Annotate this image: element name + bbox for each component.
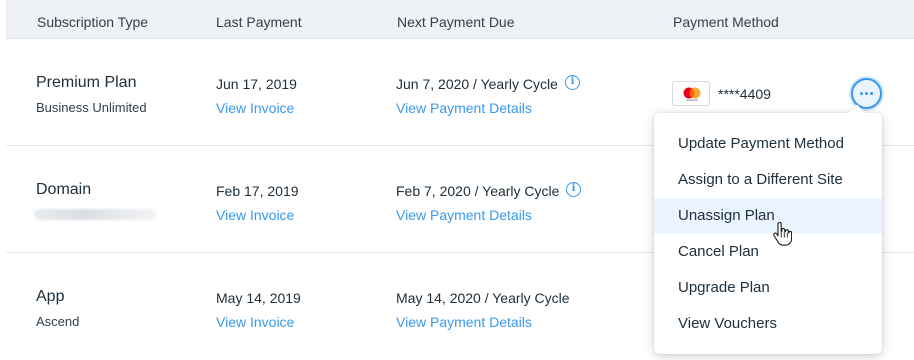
last-payment-date: Jun 17, 2019 bbox=[216, 76, 297, 92]
subscription-title: Premium Plan bbox=[36, 74, 137, 91]
actions-dropdown-menu: Update Payment Method Assign to a Differ… bbox=[654, 104, 882, 354]
header-payment-method: Payment Method bbox=[673, 14, 779, 30]
header-subscription-type: Subscription Type bbox=[37, 14, 149, 30]
header-last-payment: Last Payment bbox=[216, 14, 302, 30]
more-horizontal-icon bbox=[860, 92, 863, 95]
menu-item-assign-to-different-site[interactable]: Assign to a Different Site bbox=[654, 162, 882, 198]
subscription-title: App bbox=[36, 288, 65, 305]
redacted-domain-name bbox=[34, 209, 156, 220]
next-payment-due: Feb 7, 2020 / Yearly Cycle bbox=[396, 183, 560, 199]
menu-item-update-payment-method[interactable]: Update Payment Method bbox=[654, 126, 882, 162]
mastercard-icon bbox=[672, 81, 710, 106]
next-payment-due: Jun 7, 2020 / Yearly Cycle bbox=[396, 76, 558, 92]
menu-item-view-vouchers[interactable]: View Vouchers bbox=[654, 306, 882, 342]
last-payment-date: May 14, 2019 bbox=[216, 290, 301, 306]
view-invoice-link[interactable]: View Invoice bbox=[216, 207, 294, 223]
menu-item-upgrade-plan[interactable]: Upgrade Plan bbox=[654, 270, 882, 306]
subscription-subtitle: Ascend bbox=[36, 314, 80, 329]
header-next-payment-due: Next Payment Due bbox=[397, 14, 515, 30]
subscription-title: Domain bbox=[36, 181, 92, 198]
menu-item-unassign-plan[interactable]: Unassign Plan bbox=[654, 198, 882, 234]
info-icon[interactable]: i bbox=[566, 182, 581, 197]
card-number: ****4409 bbox=[718, 86, 771, 102]
menu-item-cancel-plan[interactable]: Cancel Plan bbox=[654, 234, 882, 270]
view-invoice-link[interactable]: View Invoice bbox=[216, 100, 294, 116]
view-payment-details-link[interactable]: View Payment Details bbox=[396, 100, 532, 116]
hand-pointer-icon bbox=[772, 221, 793, 251]
table-header: Subscription Type Last Payment Next Paym… bbox=[6, 0, 914, 39]
view-payment-details-link[interactable]: View Payment Details bbox=[396, 207, 532, 223]
last-payment-date: Feb 17, 2019 bbox=[216, 183, 299, 199]
view-invoice-link[interactable]: View Invoice bbox=[216, 314, 294, 330]
subscription-subtitle: Business Unlimited bbox=[36, 100, 147, 115]
view-payment-details-link[interactable]: View Payment Details bbox=[396, 314, 532, 330]
next-payment-due: May 14, 2020 / Yearly Cycle bbox=[396, 290, 570, 306]
info-icon[interactable]: i bbox=[565, 75, 580, 90]
